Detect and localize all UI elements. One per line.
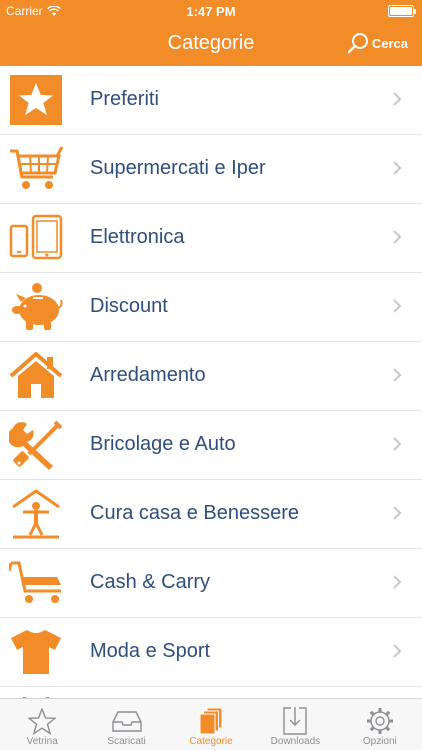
category-label: Moda e Sport	[90, 640, 211, 662]
category-row-moda-sport[interactable]: Moda e Sport	[0, 618, 422, 687]
category-label: Discount	[90, 295, 168, 317]
tab-opzioni[interactable]: Opzioni	[338, 699, 422, 750]
search-button[interactable]: Cerca	[347, 32, 408, 54]
chevron-right-icon	[393, 437, 402, 451]
category-row-discount[interactable]: Discount	[0, 273, 422, 342]
star-outline-icon	[28, 706, 57, 736]
status-bar: Carrier 1:47 PM	[0, 0, 422, 22]
tab-categorie[interactable]: Categorie	[169, 699, 253, 750]
search-icon	[347, 33, 368, 54]
tab-label: Vetrina	[26, 736, 58, 747]
category-row-cash-carry[interactable]: Cash & Carry	[0, 549, 422, 618]
category-label: Cash & Carry	[90, 571, 211, 593]
chevron-right-icon	[393, 230, 402, 244]
category-label: Arredamento	[90, 364, 206, 386]
chevron-right-icon	[393, 161, 402, 175]
header: Carrier 1:47 PM Categorie Cerca	[0, 0, 422, 66]
person-home-icon	[9, 488, 63, 540]
tshirt-icon	[9, 626, 63, 678]
gear-icon	[366, 706, 394, 736]
tab-bar: Vetrina Scaricati Categorie Downloads Op…	[0, 698, 422, 750]
stack-icon	[199, 706, 223, 736]
piggy-bank-icon	[9, 281, 63, 333]
chevron-right-icon	[393, 368, 402, 382]
tab-label: Opzioni	[362, 736, 397, 747]
category-label: Preferiti	[90, 88, 159, 110]
chevron-right-icon	[393, 506, 402, 520]
category-row-arredamento[interactable]: Arredamento	[0, 342, 422, 411]
tab-label: Downloads	[270, 736, 321, 747]
shopping-cart-icon	[9, 143, 63, 195]
tools-icon	[9, 419, 63, 471]
navigation-bar: Categorie Cerca	[0, 22, 422, 66]
chevron-right-icon	[393, 644, 402, 658]
category-label: Elettronica	[90, 226, 185, 248]
category-label: Cura casa e Benessere	[90, 502, 300, 524]
chevron-right-icon	[393, 299, 402, 313]
category-row-supermercati[interactable]: Supermercati e Iper	[0, 135, 422, 204]
download-icon	[283, 706, 308, 736]
category-row-partial[interactable]	[0, 687, 422, 698]
category-row-cura-casa[interactable]: Cura casa e Benessere	[0, 480, 422, 549]
tab-label: Scaricati	[107, 736, 146, 747]
tab-vetrina[interactable]: Vetrina	[0, 699, 84, 750]
category-list: Preferiti Supermercati e Iper Elettronic…	[0, 66, 422, 698]
battery-icon	[388, 5, 416, 17]
chevron-right-icon	[393, 575, 402, 589]
category-label: Supermercati e Iper	[90, 157, 266, 179]
inbox-icon	[111, 706, 142, 736]
category-row-preferiti[interactable]: Preferiti	[0, 66, 422, 135]
category-row-elettronica[interactable]: Elettronica	[0, 204, 422, 273]
chevron-right-icon	[393, 92, 402, 106]
tab-label: Categorie	[189, 736, 233, 747]
devices-icon	[9, 212, 63, 264]
search-label: Cerca	[371, 35, 408, 51]
house-icon	[9, 350, 63, 402]
tab-downloads[interactable]: Downloads	[253, 699, 337, 750]
trolley-icon	[9, 557, 63, 609]
category-row-bricolage[interactable]: Bricolage e Auto	[0, 411, 422, 480]
star-icon	[9, 74, 63, 126]
tab-scaricati[interactable]: Scaricati	[84, 699, 168, 750]
category-label: Bricolage e Auto	[90, 433, 236, 455]
status-time: 1:47 PM	[186, 4, 236, 19]
